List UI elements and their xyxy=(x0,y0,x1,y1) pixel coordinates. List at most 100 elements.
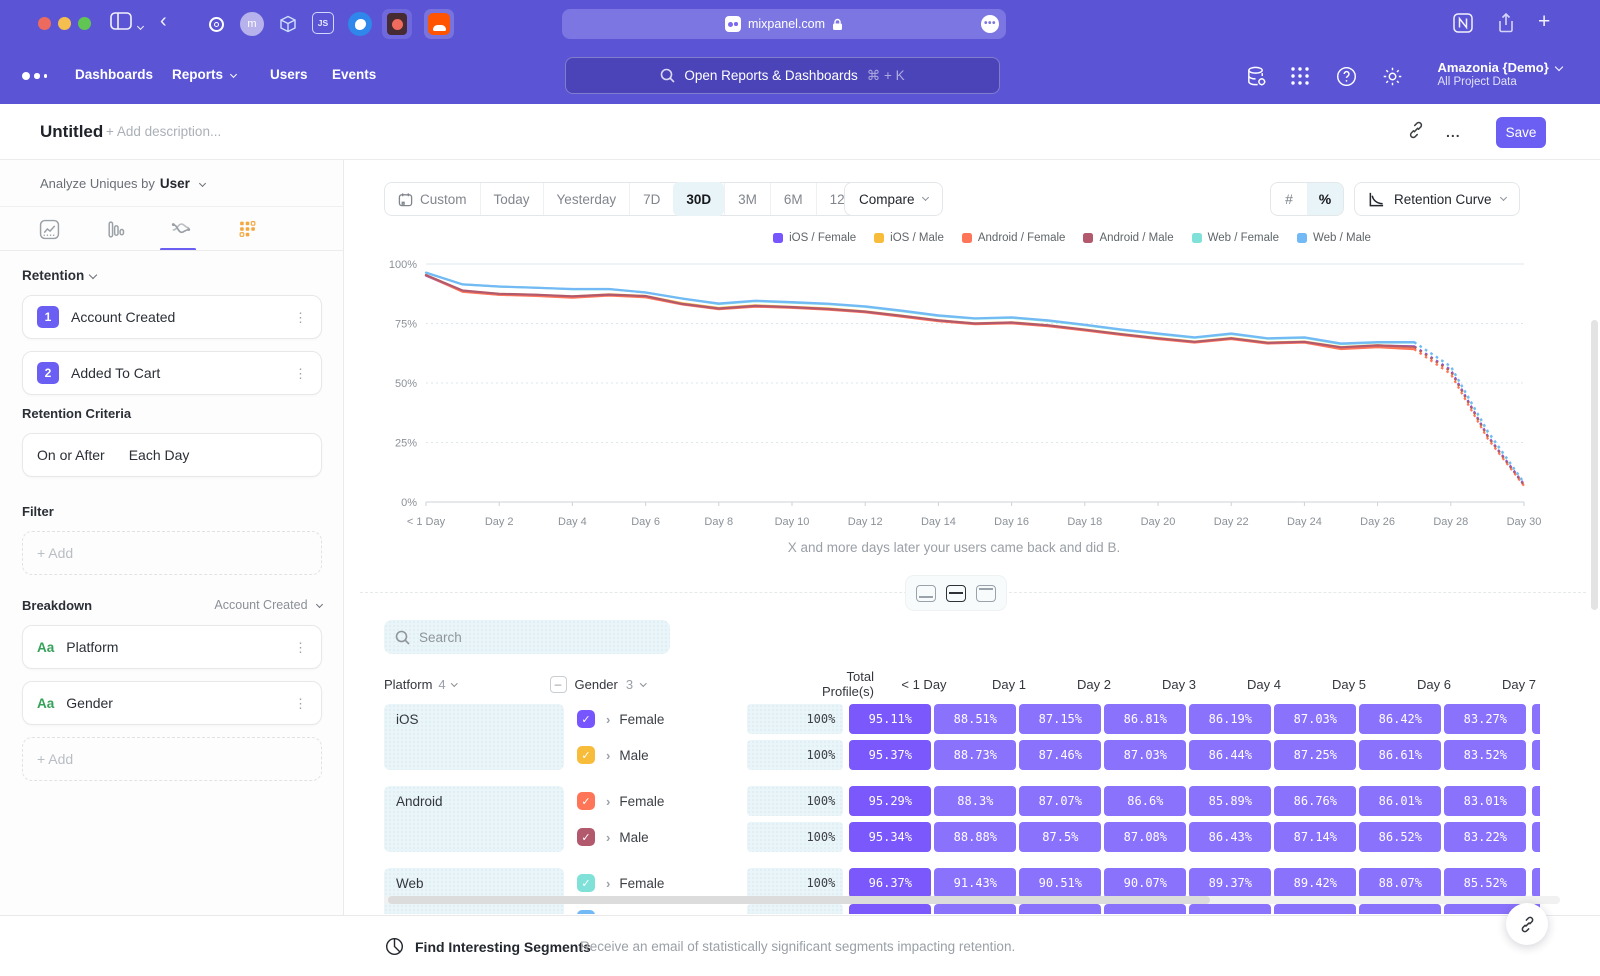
breakdown-gender[interactable]: Aa Gender ⋮ xyxy=(22,681,322,725)
tab-funnels[interactable] xyxy=(94,212,136,246)
retention-value-cell[interactable]: 86.44% xyxy=(1189,740,1271,770)
analyze-uniques-by[interactable]: Analyze Uniques byUser xyxy=(40,176,205,191)
retention-value-cell[interactable]: 87.08% xyxy=(1104,822,1186,852)
address-bar[interactable]: mixpanel.com ••• xyxy=(562,9,1006,39)
nav-events[interactable]: Events xyxy=(332,67,376,82)
save-button[interactable]: Save xyxy=(1496,117,1546,148)
retention-value-cell[interactable]: 89.48% xyxy=(1189,904,1271,914)
retention-value-cell[interactable]: 86.19% xyxy=(1189,704,1271,734)
legend-item[interactable]: Web / Female xyxy=(1192,232,1279,244)
day-column-header[interactable]: Day 6 xyxy=(1393,677,1475,692)
apps-grid-icon[interactable] xyxy=(1288,64,1312,88)
tab-insights[interactable] xyxy=(28,212,70,246)
retention-value-cell[interactable]: 87.15% xyxy=(1019,704,1101,734)
gender-cell[interactable]: Female xyxy=(619,876,737,891)
retention-value-cell[interactable]: 87.14% xyxy=(1274,822,1356,852)
retention-value-cell[interactable]: 89.48% xyxy=(1274,904,1356,914)
retention-value-cell[interactable]: 88.73% xyxy=(934,740,1016,770)
breakdown-platform[interactable]: Aa Platform ⋮ xyxy=(22,625,322,669)
retention-value-cell[interactable]: 86.42% xyxy=(1359,704,1441,734)
series-checkbox[interactable]: ✓ xyxy=(577,746,595,764)
retention-value-cell[interactable]: 90.07% xyxy=(1104,868,1186,898)
mixpanel-logo[interactable] xyxy=(22,72,47,80)
select-all-checkbox[interactable]: – xyxy=(550,676,567,693)
retention-value-cell[interactable]: 85.89% xyxy=(1189,786,1271,816)
retention-section-label[interactable]: Retention xyxy=(22,268,322,283)
expand-row-icon[interactable]: › xyxy=(606,794,610,809)
expand-row-icon[interactable]: › xyxy=(606,830,610,845)
day-column-header[interactable]: Day 1 xyxy=(968,677,1050,692)
retention-value-cell[interactable]: 83.01% xyxy=(1444,786,1526,816)
range-6m[interactable]: 6M xyxy=(770,183,816,215)
range-yesterday[interactable]: Yesterday xyxy=(543,183,630,215)
retention-value-cell[interactable]: 86.81% xyxy=(1104,704,1186,734)
gender-cell[interactable]: Male xyxy=(619,830,737,845)
split-view-icon[interactable] xyxy=(946,585,966,602)
retention-value-cell[interactable]: 86.43% xyxy=(1189,822,1271,852)
nav-users[interactable]: Users xyxy=(270,67,308,82)
expand-row-icon[interactable]: › xyxy=(606,712,610,727)
retention-chart[interactable]: 100%75%50%25%0%< 1 DayDay 2Day 4Day 6Day… xyxy=(380,252,1546,534)
breakdown-menu-icon[interactable]: ⋮ xyxy=(294,645,307,650)
day-column-header[interactable]: Day 2 xyxy=(1053,677,1135,692)
breakdown-add-button[interactable]: + Add xyxy=(22,737,322,781)
total-profiles-header[interactable]: Total Profile(s) xyxy=(793,669,874,699)
tab-flows[interactable] xyxy=(160,212,202,246)
horizontal-scrollbar-thumb[interactable] xyxy=(388,896,1210,904)
breakdown-menu-icon[interactable]: ⋮ xyxy=(294,701,307,706)
retention-value-cell[interactable]: 88.3% xyxy=(934,786,1016,816)
copy-link-icon[interactable] xyxy=(1406,120,1426,145)
minimize-window-button[interactable] xyxy=(58,17,71,30)
extension-globe-icon[interactable] xyxy=(348,12,372,36)
retention-value-cell[interactable]: 87.03% xyxy=(1104,740,1186,770)
retention-value-cell[interactable]: 88.88% xyxy=(934,822,1016,852)
extension-js-icon[interactable]: JS xyxy=(312,12,334,34)
retention-value-cell[interactable]: 95.37% xyxy=(849,740,931,770)
chart-only-view-icon[interactable] xyxy=(916,585,936,602)
retention-value-cell[interactable]: 95.29% xyxy=(849,786,931,816)
retention-value-cell[interactable]: 88.04% xyxy=(1359,904,1441,914)
retention-value-cell[interactable]: 88.51% xyxy=(934,704,1016,734)
table-only-view-icon[interactable] xyxy=(976,585,996,602)
range-7d[interactable]: 7D xyxy=(629,183,673,215)
retention-value-cell[interactable]: 87.07% xyxy=(1019,786,1101,816)
retention-value-cell[interactable]: 91.41% xyxy=(934,904,1016,914)
extension-panel-icon[interactable] xyxy=(382,9,412,39)
platform-cell[interactable]: Web xyxy=(384,868,564,914)
step-menu-icon[interactable]: ⋮ xyxy=(294,371,307,376)
retention-value-cell[interactable]: 89.42% xyxy=(1274,868,1356,898)
retention-value-cell[interactable]: 87.03% xyxy=(1274,704,1356,734)
retention-value-cell[interactable]: 86.52% xyxy=(1359,822,1441,852)
report-more-menu[interactable]: ... xyxy=(1446,124,1461,140)
retention-value-cell[interactable]: 86.76% xyxy=(1274,786,1356,816)
find-interesting-segments[interactable]: Find Interesting Segments xyxy=(385,937,591,956)
day-column-header[interactable]: < 1 Day xyxy=(883,677,965,692)
data-management-icon[interactable] xyxy=(1244,64,1268,88)
retention-value-cell[interactable]: 83.52% xyxy=(1444,740,1526,770)
retention-value-cell[interactable]: 83.22% xyxy=(1444,822,1526,852)
notion-extension-icon[interactable] xyxy=(1452,12,1474,39)
range-custom[interactable]: Custom xyxy=(385,183,480,215)
platform-cell[interactable]: iOS xyxy=(384,704,564,770)
gender-cell[interactable]: Male xyxy=(619,912,737,915)
expand-row-icon[interactable]: › xyxy=(606,748,610,763)
retention-value-cell[interactable]: 89.37% xyxy=(1189,868,1271,898)
retention-value-cell[interactable]: 90.54% xyxy=(1019,904,1101,914)
vertical-scrollbar-thumb[interactable] xyxy=(1591,320,1598,610)
back-button[interactable]: ‹ xyxy=(160,10,167,33)
account-switcher[interactable]: Amazonia {Demo} All Project Data xyxy=(1438,60,1562,88)
series-checkbox[interactable]: ✓ xyxy=(577,792,595,810)
table-search-input[interactable]: Search xyxy=(384,620,670,654)
filter-add-button[interactable]: + Add xyxy=(22,531,322,575)
day-column-header[interactable]: Day 5 xyxy=(1308,677,1390,692)
new-tab-button[interactable]: + xyxy=(1538,10,1550,34)
platform-column-header[interactable]: Platform4 xyxy=(384,677,537,692)
legend-item[interactable]: iOS / Female xyxy=(773,232,856,244)
range-3m[interactable]: 3M xyxy=(724,183,770,215)
retention-criteria-card[interactable]: On or After Each Day xyxy=(22,433,322,477)
retention-value-cell[interactable]: 87.46% xyxy=(1019,740,1101,770)
legend-item[interactable]: Web / Male xyxy=(1297,232,1371,244)
step-menu-icon[interactable]: ⋮ xyxy=(294,315,307,320)
step-added-to-cart[interactable]: 2 Added To Cart ⋮ xyxy=(22,351,322,395)
share-icon[interactable] xyxy=(1496,12,1516,39)
